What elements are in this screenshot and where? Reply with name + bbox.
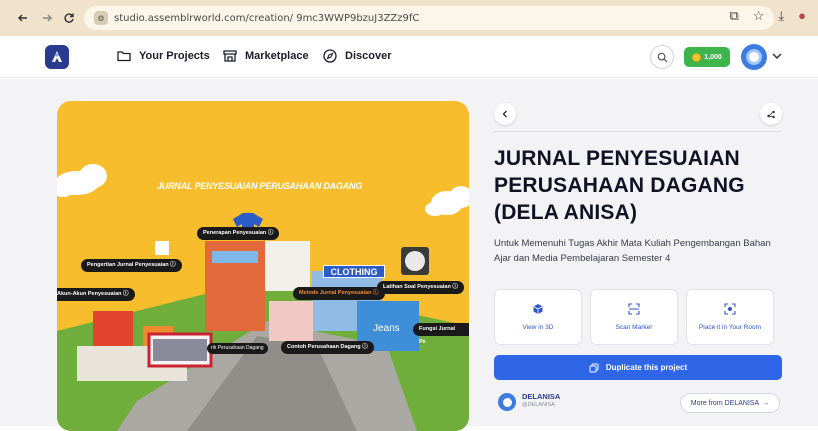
hotspot-text: Contoh Perusahaan Dagang <box>287 344 361 350</box>
scan-icon <box>628 303 640 315</box>
chevron-down-icon[interactable] <box>771 50 783 62</box>
nav-label: Your Projects <box>139 50 210 62</box>
nav-your-projects[interactable]: Your Projects <box>116 48 210 64</box>
address-bar[interactable]: ⚙ studio.assemblrworld.com/creation/ 9mc… <box>84 6 774 30</box>
hotspot-text: Akun-Akun Penyesuaian <box>57 291 122 297</box>
project-details-panel: JURNAL PENYESUAIAN PERUSAHAAN DAGANG (DE… <box>486 79 786 426</box>
arrow-right-icon <box>43 14 52 22</box>
hotspot-label[interactable]: Metode Jurnal Penyesuaian ⓘ <box>293 287 385 300</box>
chevron-left-icon <box>502 110 507 118</box>
forward-button[interactable] <box>36 7 58 29</box>
coin-balance[interactable]: 1,000 <box>684 47 730 67</box>
hotspot-label[interactable]: Fungsi Jurnal Pe <box>413 323 469 345</box>
hotspot-label[interactable]: Pengertian Jurnal Penyesuaian ⓘ <box>81 259 182 272</box>
clothing-sign: CLOTHING <box>323 265 385 278</box>
project-title: JURNAL PENYESUAIAN PERUSAHAAN DAGANG (DE… <box>494 147 745 224</box>
view-in-3d-button[interactable]: View in 3D <box>494 289 582 345</box>
coin-icon <box>692 52 702 62</box>
share-button[interactable] <box>760 103 782 125</box>
search-button[interactable] <box>650 45 674 69</box>
more-label: More from DELANISA <box>690 399 760 407</box>
hotspot-text: Penerapan Penyesuaian <box>203 230 267 236</box>
hotspot-label[interactable]: Latihan Soal Penyesuaian ⓘ <box>377 281 464 294</box>
action-label: View in 3D <box>522 324 554 331</box>
main-content: JURNAL PENYESUAIAN PERUSAHAAN DAGANG CLO… <box>0 79 818 431</box>
user-avatar[interactable] <box>741 44 767 70</box>
more-from-author-button[interactable]: More from DELANISA → <box>680 393 780 413</box>
hotspot-label[interactable]: rik Perusahaan Dagang <box>207 343 268 354</box>
hotspot-label[interactable]: Penerapan Penyesuaian ⓘ <box>197 227 280 240</box>
scan-marker-button[interactable]: Scan Marker <box>590 289 678 345</box>
info-icon: ⓘ <box>123 291 129 297</box>
open-in-app-icon[interactable]: ⧉ <box>729 8 738 24</box>
nav-discover[interactable]: Discover <box>322 48 391 64</box>
nav-label: Discover <box>345 50 392 62</box>
hotspot-text: Latihan Soal Penyesuaian <box>383 284 451 290</box>
reload-icon <box>64 13 74 23</box>
info-icon: ⓘ <box>267 230 274 236</box>
browser-actions: ⧉ ☆ ⤓ ● <box>729 8 806 24</box>
info-icon: ⓘ <box>452 284 458 290</box>
arrow-right-icon: → <box>762 399 770 407</box>
url-text: studio.assemblrworld.com/creation/ 9mc3W… <box>114 12 420 24</box>
compass-icon <box>323 49 337 63</box>
duplicate-project-button[interactable]: Duplicate this project <box>494 355 782 380</box>
divider <box>494 131 782 132</box>
copy-icon <box>589 363 599 372</box>
project-description: Untuk Memenuhi Tugas Akhir Mata Kuliah P… <box>494 238 771 264</box>
coin-count: 1,000 <box>704 53 722 61</box>
info-icon: ⓘ <box>170 262 176 268</box>
back-button[interactable] <box>494 103 516 125</box>
author-avatar-face <box>502 397 512 407</box>
app-header: Your Projects Marketplace Discover 1,000 <box>0 36 818 78</box>
bookmark-star-icon[interactable]: ☆ <box>753 8 765 24</box>
scene-heading: JURNAL PENYESUAIAN PERUSAHAAN DAGANG <box>157 181 363 191</box>
profile-icon[interactable]: ● <box>798 8 806 24</box>
site-info-icon[interactable]: ⚙ <box>94 11 108 25</box>
arrow-left-icon <box>18 14 27 22</box>
hotspot-label[interactable]: Contoh Perusahaan Dagang ⓘ <box>281 341 374 354</box>
jeans-sign: Jeans <box>373 323 400 334</box>
ar-icon <box>724 303 736 315</box>
folder-icon <box>117 51 131 62</box>
nav-marketplace[interactable]: Marketplace <box>222 48 309 64</box>
store-icon <box>223 50 237 62</box>
author-avatar[interactable] <box>498 393 516 411</box>
author-name[interactable]: DELANISA <box>522 392 560 401</box>
search-icon <box>657 52 668 63</box>
hotspot-text: Metode Jurnal Penyesuaian <box>299 290 372 296</box>
project-preview[interactable]: JURNAL PENYESUAIAN PERUSAHAAN DAGANG CLO… <box>57 101 469 431</box>
share-icon <box>767 110 775 119</box>
duplicate-label: Duplicate this project <box>605 363 688 372</box>
place-in-room-button[interactable]: Place it in Your Room <box>686 289 774 345</box>
author-username: @DELANISA <box>522 402 555 408</box>
assemblr-logo[interactable] <box>45 45 69 69</box>
nav-label: Marketplace <box>245 50 309 62</box>
logo-icon <box>52 51 62 62</box>
info-icon: ⓘ <box>362 344 368 350</box>
action-label: Scan Marker <box>615 324 653 331</box>
action-label: Place it in Your Room <box>698 324 762 331</box>
avatar-face <box>746 49 762 65</box>
reload-button[interactable] <box>58 7 80 29</box>
hotspot-label[interactable]: Akun-Akun Penyesuaian ⓘ <box>57 288 135 301</box>
cube-icon <box>533 304 543 314</box>
back-button[interactable] <box>12 7 34 29</box>
hotspot-text: Pengertian Jurnal Penyesuaian <box>87 262 169 268</box>
browser-toolbar: ⚙ studio.assemblrworld.com/creation/ 9mc… <box>0 0 818 36</box>
download-icon[interactable]: ⤓ <box>778 8 784 24</box>
hotspot-text: rik Perusahaan Dagang <box>211 345 264 351</box>
